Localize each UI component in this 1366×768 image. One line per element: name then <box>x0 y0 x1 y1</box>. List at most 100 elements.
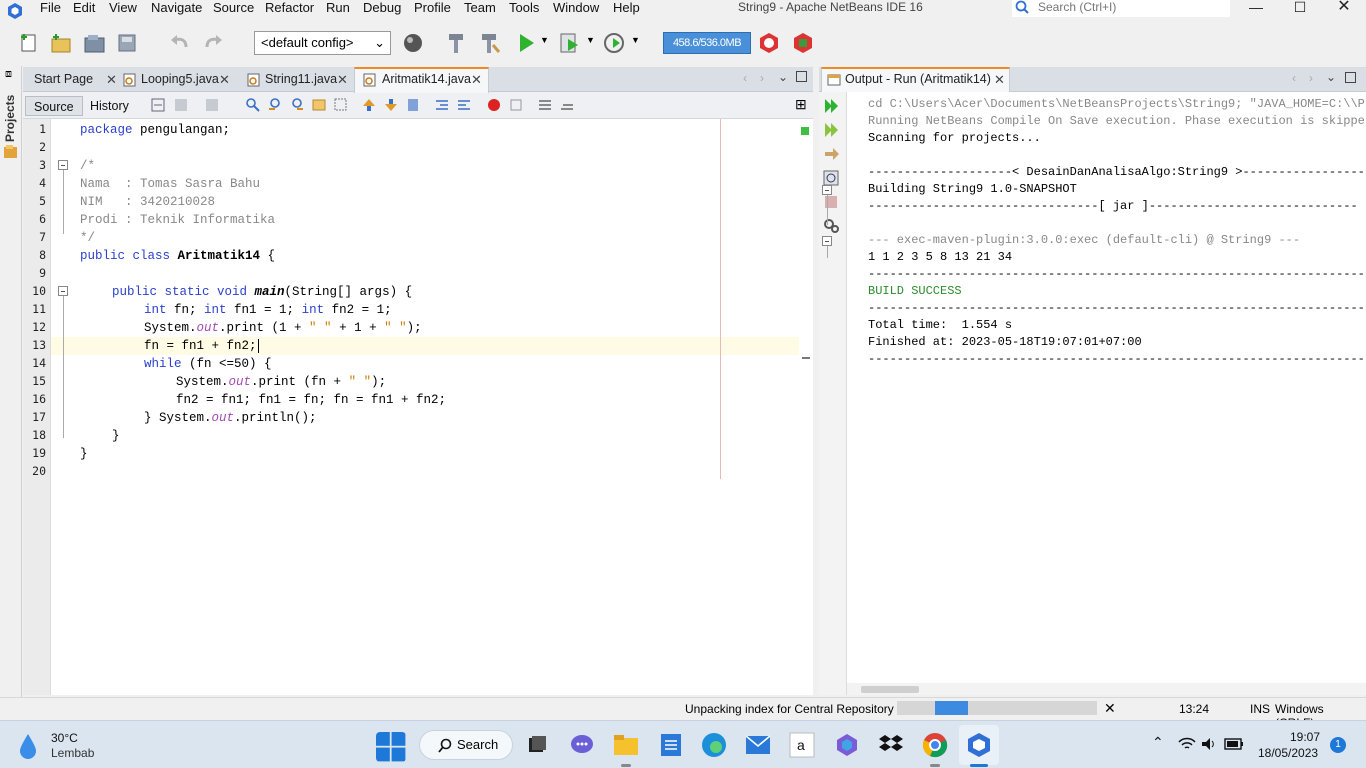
weather-desc[interactable]: Lembab <box>51 746 94 760</box>
copilot-icon[interactable] <box>834 732 860 758</box>
fold-toggle-icon[interactable] <box>822 185 832 195</box>
step-icon[interactable] <box>823 146 841 162</box>
cancel-task-icon[interactable]: ✕ <box>1104 700 1116 717</box>
menu-view[interactable]: View <box>109 0 137 22</box>
menu-window[interactable]: Window <box>553 0 599 22</box>
forward-icon[interactable] <box>204 97 220 113</box>
redo-icon[interactable] <box>201 31 225 55</box>
weather-temp[interactable]: 30°C <box>51 731 78 745</box>
back-icon[interactable] <box>173 97 189 113</box>
tab-list-dropdown-icon[interactable]: ⌄ <box>1326 70 1336 84</box>
weather-raindrop-icon[interactable] <box>16 732 46 760</box>
projects-icon[interactable] <box>3 144 19 160</box>
uncomment-icon[interactable] <box>559 97 575 113</box>
tab-output-run[interactable]: Output - Run (Aritmatik14) ✕ <box>821 67 1010 93</box>
menu-profile[interactable]: Profile <box>414 0 451 22</box>
search-input[interactable]: Search (Ctrl+I) <box>1012 0 1230 17</box>
toggle-highlight-icon[interactable] <box>311 97 327 113</box>
scroll-tabs-right-icon[interactable]: › <box>760 71 764 85</box>
settings-search-icon[interactable] <box>823 170 841 186</box>
netbeans-taskbar-icon[interactable] <box>966 732 992 758</box>
mail-icon[interactable] <box>745 733 771 757</box>
run-project-icon[interactable] <box>514 31 538 55</box>
find-selection-icon[interactable] <box>245 97 261 113</box>
profile-dropdown-icon[interactable]: ▼ <box>631 35 640 45</box>
maximize-editor-icon[interactable] <box>796 71 807 82</box>
build-settings-icon[interactable] <box>823 218 841 234</box>
maximize-button[interactable]: ☐ <box>1278 0 1322 18</box>
error-stripe-caret-mark[interactable] <box>802 357 810 359</box>
rerun-with-params-icon[interactable] <box>823 122 841 138</box>
debug-project-icon[interactable] <box>558 31 582 55</box>
shift-right-icon[interactable] <box>456 97 472 113</box>
menu-tools[interactable]: Tools <box>509 0 539 22</box>
scroll-tabs-right-icon[interactable]: › <box>1309 71 1313 85</box>
next-bookmark-icon[interactable] <box>383 97 399 113</box>
menu-refactor[interactable]: Refactor <box>265 0 314 22</box>
menu-file[interactable]: File <box>40 0 61 22</box>
start-windows-icon[interactable] <box>376 732 406 762</box>
amazon-icon[interactable]: a <box>789 732 815 758</box>
volume-icon[interactable] <box>1200 736 1218 752</box>
stop-macro-icon[interactable] <box>508 97 524 113</box>
find-previous-icon[interactable] <box>267 97 283 113</box>
fold-toggle-icon[interactable] <box>822 236 832 246</box>
menu-edit[interactable]: Edit <box>73 0 95 22</box>
menu-run[interactable]: Run <box>326 0 350 22</box>
teams-chat-icon[interactable] <box>569 733 595 757</box>
profile-project-icon[interactable] <box>603 31 627 55</box>
build-hammer-icon[interactable] <box>445 31 469 55</box>
scrollbar-thumb[interactable] <box>861 686 919 693</box>
wifi-icon[interactable] <box>1177 736 1197 752</box>
stop-build-icon[interactable] <box>823 194 841 210</box>
menu-team[interactable]: Team <box>464 0 496 22</box>
split-editor-icon[interactable]: ⊞ <box>795 96 807 113</box>
clock-date[interactable]: 18/05/2023 <box>1258 746 1318 760</box>
toggle-rect-selection-icon[interactable] <box>333 97 349 113</box>
clean-build-icon[interactable] <box>478 31 502 55</box>
shift-left-icon[interactable] <box>434 97 450 113</box>
tab-aritmatik14[interactable]: Aritmatik14.java ✕ <box>354 67 489 93</box>
show-hidden-icons-icon[interactable]: ⌃ <box>1152 734 1164 751</box>
history-tab[interactable]: History <box>82 96 137 116</box>
undo-icon[interactable] <box>168 31 192 55</box>
caret-position[interactable]: 13:24 <box>1179 702 1209 716</box>
maximize-output-icon[interactable] <box>1345 72 1356 83</box>
minimize-button[interactable]: — <box>1234 0 1278 18</box>
stop-io-icon[interactable] <box>791 31 815 55</box>
menu-help[interactable]: Help <box>613 0 640 22</box>
new-project-icon[interactable] <box>49 31 73 55</box>
debug-dropdown-icon[interactable]: ▼ <box>586 35 595 45</box>
fold-toggle-icon[interactable] <box>58 286 68 296</box>
code-editor[interactable]: package pengulangan; /* Nama : Tomas Sas… <box>51 119 813 695</box>
insert-mode[interactable]: INS <box>1250 702 1270 716</box>
tab-list-dropdown-icon[interactable]: ⌄ <box>778 70 788 84</box>
save-all-icon[interactable] <box>116 31 140 55</box>
close-icon[interactable]: ✕ <box>471 67 482 92</box>
task-view-icon[interactable] <box>527 735 547 755</box>
find-next-icon[interactable] <box>289 97 305 113</box>
dropbox-icon[interactable] <box>878 732 904 758</box>
last-edit-icon[interactable] <box>150 97 166 113</box>
tab-looping5[interactable]: Looping5.java ✕ <box>121 67 257 92</box>
menu-source[interactable]: Source <box>213 0 254 22</box>
edge-browser-icon[interactable] <box>701 732 727 758</box>
tab-start-page[interactable]: Start Page ✕ <box>34 67 124 92</box>
fold-toggle-icon[interactable] <box>58 160 68 170</box>
projects-panel-tab[interactable]: Projects <box>3 95 19 142</box>
clock-time[interactable]: 19:07 <box>1290 730 1320 744</box>
globe-icon[interactable] <box>402 31 426 55</box>
menu-navigate[interactable]: Navigate <box>151 0 202 22</box>
close-icon[interactable]: ✕ <box>106 67 117 92</box>
config-dropdown[interactable]: <default config> ⌄ <box>254 31 391 55</box>
close-icon[interactable]: ✕ <box>219 67 230 92</box>
scroll-tabs-left-icon[interactable]: ‹ <box>743 71 747 85</box>
battery-icon[interactable] <box>1224 737 1244 751</box>
run-dropdown-icon[interactable]: ▼ <box>540 35 549 45</box>
file-explorer-icon[interactable] <box>613 733 639 757</box>
scroll-tabs-left-icon[interactable]: ‹ <box>1292 71 1296 85</box>
output-console[interactable]: cd C:\Users\Acer\Documents\NetBeansProje… <box>847 92 1366 683</box>
open-project-icon[interactable] <box>83 31 107 55</box>
close-window-button[interactable]: ✕ <box>1322 0 1366 18</box>
close-icon[interactable]: ✕ <box>994 67 1005 92</box>
